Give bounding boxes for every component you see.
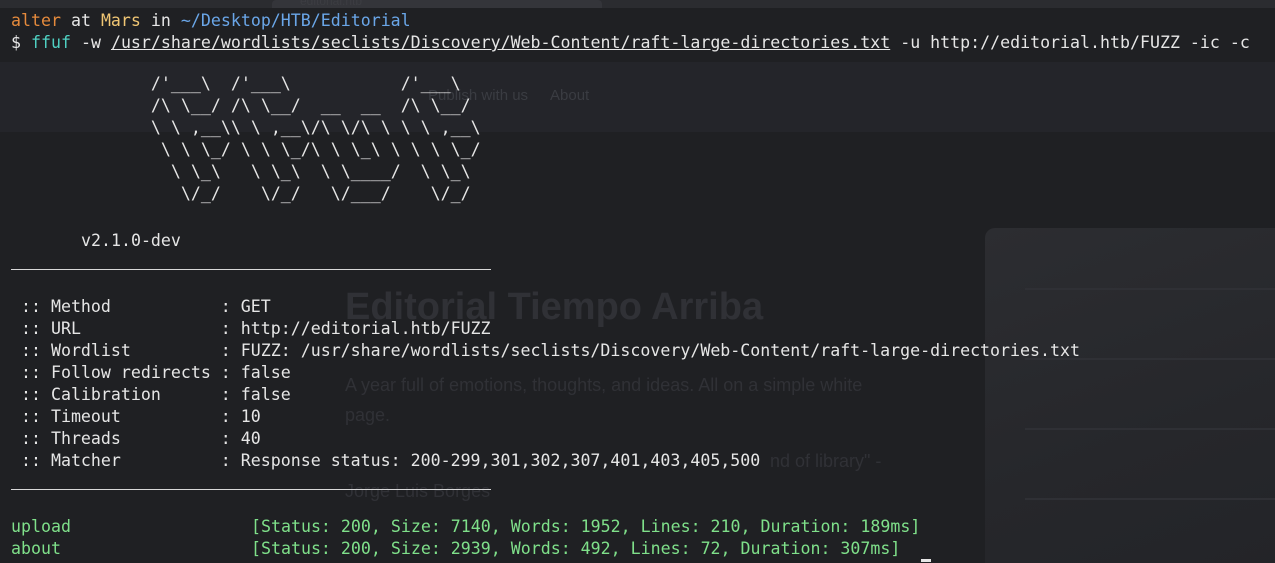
config-value: : GET xyxy=(220,297,271,316)
site-quote-fragment: nd of library" - xyxy=(770,451,882,471)
config-row: :: URL : http://editorial.htb/FUZZ xyxy=(11,318,491,340)
command-flag-w: -w xyxy=(80,33,101,52)
config-row: :: Follow redirects : false xyxy=(11,362,291,384)
result-info: [Status: 200, Size: 2939, Words: 492, Li… xyxy=(251,539,901,558)
config-value: : 40 xyxy=(220,429,261,448)
prompt-cwd: ~/Desktop/HTB/Editorial xyxy=(180,11,411,30)
shell-prompt: alter at Mars in ~/Desktop/HTB/Editorial xyxy=(11,10,411,32)
config-key: :: Method xyxy=(11,297,221,316)
site-quote-author: Jorge Luis Borges xyxy=(345,481,491,501)
site-tagline-line1: A year full of emotions, thoughts, and i… xyxy=(345,375,863,395)
terminal-cursor xyxy=(921,559,931,562)
command-program: ffuf xyxy=(31,33,71,52)
config-row: :: Threads : 40 xyxy=(11,428,261,450)
config-row: :: Calibration : false xyxy=(11,384,291,406)
config-key: :: Timeout xyxy=(11,407,221,426)
ffuf-ascii-banner: /'___\ /'___\ /'___\ /\ \__/ /\ \__/ __ … xyxy=(150,74,481,203)
browser-tab-title: editorial.htb xyxy=(300,0,363,8)
command-args: -u http://editorial.htb/FUZZ -ic -c xyxy=(900,33,1250,52)
result-row[interactable]: upload [Status: 200, Size: 7140, Words: 1… xyxy=(11,516,920,538)
config-value: : Response status: 200-299,301,302,307,4… xyxy=(220,451,761,470)
site-tagline-line2: page. xyxy=(345,405,391,425)
library-hero-image xyxy=(985,228,1275,563)
config-value: : http://editorial.htb/FUZZ xyxy=(220,319,491,338)
result-path: about xyxy=(11,539,61,558)
result-row[interactable]: about [Status: 200, Size: 2939, Words: 49… xyxy=(11,538,900,560)
config-value: : FUZZ: /usr/share/wordlists/seclists/Di… xyxy=(220,341,1080,360)
separator-top xyxy=(11,269,491,270)
result-path: upload xyxy=(11,517,71,536)
prompt-symbol: $ xyxy=(11,33,21,52)
terminal-window[interactable]: editorial.htb Publish with us About Edit… xyxy=(0,0,1275,563)
ffuf-version: v2.1.0-dev xyxy=(81,231,181,250)
config-key: :: Threads xyxy=(11,429,221,448)
config-key: :: Calibration xyxy=(11,385,221,404)
command-line[interactable]: $ ffuf -w /usr/share/wordlists/seclists/… xyxy=(11,32,1250,54)
prompt-user: alter xyxy=(11,11,61,30)
prompt-host: Mars xyxy=(100,11,141,30)
config-key: :: URL xyxy=(11,319,221,338)
prompt-in: in xyxy=(150,11,171,30)
prompt-at: at xyxy=(70,11,91,30)
nav-link-about: About xyxy=(550,87,590,104)
config-key: :: Wordlist xyxy=(11,341,221,360)
result-info: [Status: 200, Size: 7140, Words: 1952, L… xyxy=(251,517,921,536)
command-wordlist-path: /usr/share/wordlists/seclists/Discovery/… xyxy=(110,33,891,52)
config-key: :: Matcher xyxy=(11,451,221,470)
config-row: :: Wordlist : FUZZ: /usr/share/wordlists… xyxy=(11,340,1080,362)
config-value: : false xyxy=(220,363,291,382)
config-row: :: Timeout : 10 xyxy=(11,406,261,428)
config-value: : 10 xyxy=(220,407,261,426)
config-row: :: Matcher : Response status: 200-299,30… xyxy=(11,450,760,472)
browser-tab-strip xyxy=(0,0,1275,8)
config-row: :: Method : GET xyxy=(11,296,271,318)
browser-tab xyxy=(272,0,602,8)
config-key: :: Follow redirects xyxy=(11,363,221,382)
separator-bottom xyxy=(11,489,491,490)
config-value: : false xyxy=(220,385,291,404)
